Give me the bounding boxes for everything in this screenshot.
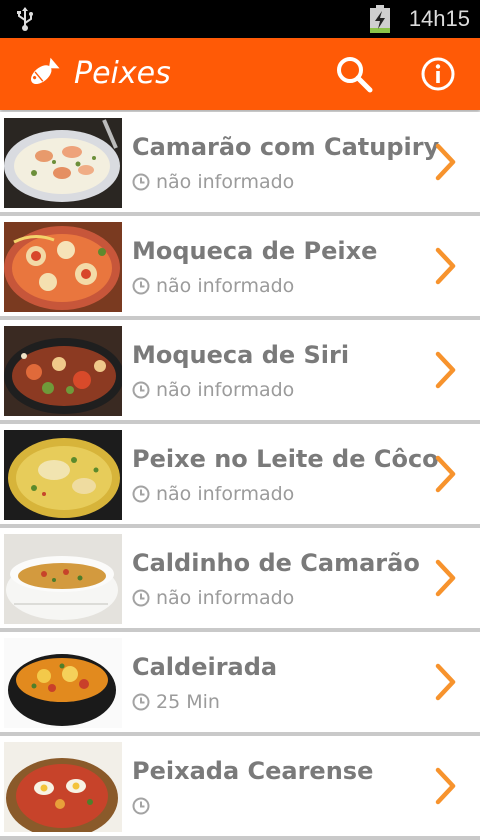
fish-icon[interactable] xyxy=(24,56,60,92)
recipe-time xyxy=(132,794,156,818)
recipe-thumbnail xyxy=(4,118,122,208)
recipe-time: não informado xyxy=(132,586,294,610)
battery-charging-icon xyxy=(370,5,390,33)
recipe-thumbnail xyxy=(4,326,122,416)
recipe-name: Moqueca de Siri xyxy=(132,341,350,369)
recipe-row[interactable]: Peixe no Leite de Côco não informado xyxy=(0,424,480,528)
recipe-time-text: não informado xyxy=(156,275,295,297)
recipe-time-text: não informado xyxy=(156,587,295,609)
chevron-right-icon xyxy=(435,455,456,493)
recipe-time: não informado xyxy=(132,170,294,194)
recipe-time-text: 25 Min xyxy=(156,691,220,713)
recipe-thumbnail xyxy=(4,742,122,832)
clock-icon xyxy=(132,381,150,399)
recipe-thumbnail xyxy=(4,534,122,624)
recipe-row[interactable]: Moqueca de Peixe não informado xyxy=(0,216,480,320)
action-bar: Peixes xyxy=(0,38,480,110)
recipe-name: Camarão com Catupiry xyxy=(132,133,440,161)
recipe-row[interactable]: Caldinho de Camarão não informado xyxy=(0,528,480,632)
recipe-time: não informado xyxy=(132,274,294,298)
clock-icon xyxy=(132,693,150,711)
recipe-row[interactable]: Peixada Cearense xyxy=(0,736,480,840)
recipe-time: 25 Min xyxy=(132,690,220,714)
recipe-row[interactable]: Camarão com Catupiry não informado xyxy=(0,112,480,216)
chevron-right-icon xyxy=(435,767,456,805)
chevron-right-icon xyxy=(435,663,456,701)
recipe-time-text: não informado xyxy=(156,171,295,193)
recipe-thumbnail xyxy=(4,222,122,312)
usb-icon xyxy=(17,7,33,31)
clock-icon xyxy=(132,485,150,503)
clock-icon xyxy=(132,277,150,295)
recipe-thumbnail xyxy=(4,430,122,520)
clock-icon xyxy=(132,173,150,191)
chevron-right-icon xyxy=(435,559,456,597)
info-icon[interactable] xyxy=(416,52,460,96)
recipe-time-text: não informado xyxy=(156,483,295,505)
recipe-name: Moqueca de Peixe xyxy=(132,237,378,265)
recipe-row[interactable]: Moqueca de Siri não informado xyxy=(0,320,480,424)
chevron-right-icon xyxy=(435,351,456,389)
recipe-time-text: não informado xyxy=(156,379,295,401)
page-title: Peixes xyxy=(74,56,171,91)
search-icon[interactable] xyxy=(332,52,376,96)
recipe-name: Peixe no Leite de Côco xyxy=(132,445,439,473)
recipe-thumbnail xyxy=(4,638,122,728)
recipe-time: não informado xyxy=(132,378,294,402)
recipe-row[interactable]: Caldeirada 25 Min xyxy=(0,632,480,736)
status-clock: 14h15 xyxy=(408,6,470,31)
recipe-name: Peixada Cearense xyxy=(132,757,374,785)
chevron-right-icon xyxy=(435,143,456,181)
recipe-time: não informado xyxy=(132,482,294,506)
status-bar: 14h15 xyxy=(0,0,480,38)
recipe-name: Caldeirada xyxy=(132,653,278,681)
chevron-right-icon xyxy=(435,247,456,285)
recipe-name: Caldinho de Camarão xyxy=(132,549,420,577)
clock-icon xyxy=(132,589,150,607)
